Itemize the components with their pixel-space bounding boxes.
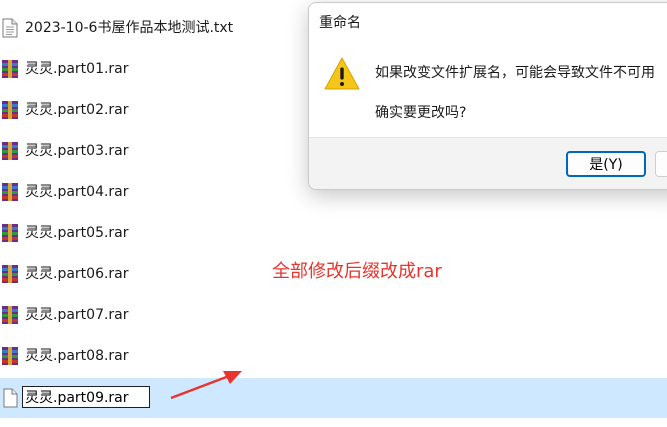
yes-button[interactable]: 是(Y) <box>566 151 646 177</box>
winrar-archive-icon <box>0 223 20 243</box>
file-row[interactable]: 灵灵.part07.rar <box>0 295 667 335</box>
annotation-arrow-icon <box>170 371 242 400</box>
file-row[interactable]: 灵灵.part08.rar <box>0 336 667 376</box>
winrar-archive-icon <box>0 100 20 120</box>
rename-input[interactable] <box>22 386 150 408</box>
winrar-archive-icon <box>0 59 20 79</box>
file-name: 灵灵.part04.rar <box>25 184 129 200</box>
file-name: 灵灵.part02.rar <box>25 102 129 118</box>
winrar-archive-icon <box>0 346 20 366</box>
no-button[interactable] <box>655 151 667 177</box>
dialog-question: 确实要更改吗? <box>375 105 467 121</box>
file-row-selected[interactable] <box>0 378 667 418</box>
file-name: 灵灵.part06.rar <box>25 266 129 282</box>
rename-dialog: 重命名 如果改变文件扩展名，可能会导致文件不可用 确实要更改吗? 是(Y) <box>308 2 667 190</box>
dialog-message: 如果改变文件扩展名，可能会导致文件不可用 <box>375 65 655 81</box>
dialog-title: 重命名 <box>319 15 361 31</box>
winrar-archive-icon <box>0 264 20 284</box>
file-row[interactable]: 灵灵.part05.rar <box>0 213 667 253</box>
warning-icon <box>324 57 360 90</box>
winrar-archive-icon <box>0 305 20 325</box>
annotation-text: 全部修改后缀改成rar <box>272 261 442 282</box>
dialog-titlebar[interactable]: 重命名 <box>309 3 667 39</box>
winrar-archive-icon <box>0 141 20 161</box>
text-file-icon <box>0 18 20 38</box>
winrar-archive-icon <box>0 182 20 202</box>
file-name: 灵灵.part01.rar <box>25 61 129 77</box>
dialog-footer: 是(Y) <box>309 137 667 189</box>
file-name: 2023-10-6书屋作品本地测试.txt <box>25 20 234 36</box>
file-name: 灵灵.part07.rar <box>25 307 129 323</box>
file-name: 灵灵.part08.rar <box>25 348 129 364</box>
file-name: 灵灵.part03.rar <box>25 143 129 159</box>
file-name: 灵灵.part05.rar <box>25 225 129 241</box>
blank-file-icon <box>0 388 20 408</box>
